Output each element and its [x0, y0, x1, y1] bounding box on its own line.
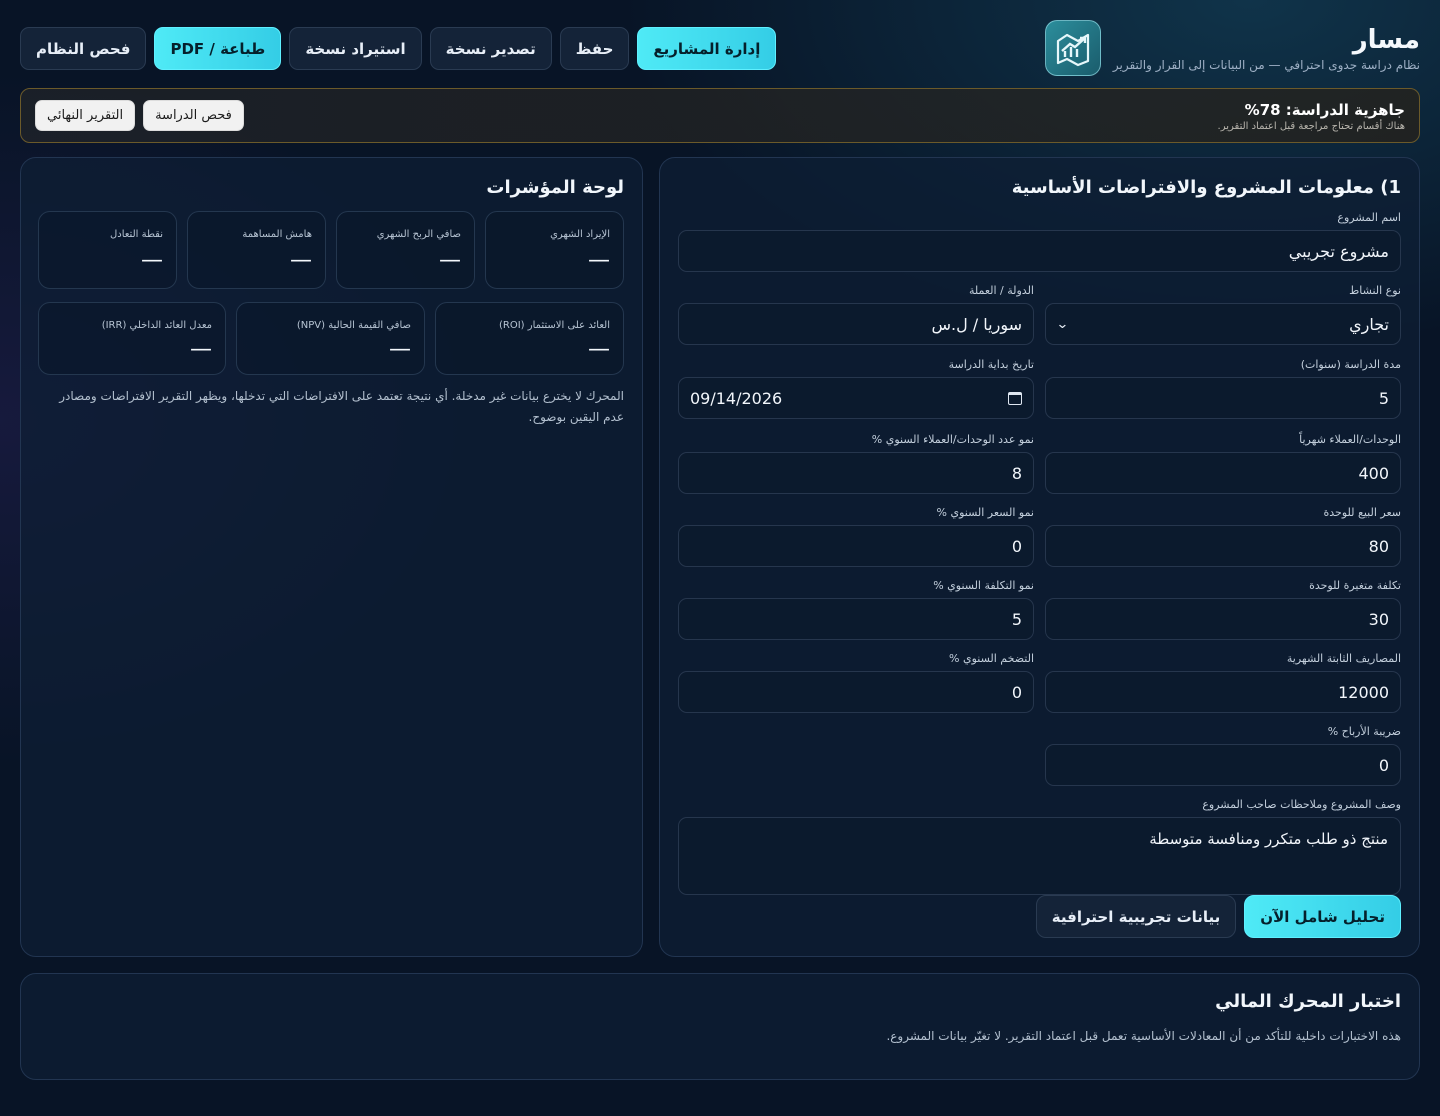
activity-type-value: تجاري [1349, 314, 1389, 334]
fixed-costs-input[interactable]: 12000 [1045, 671, 1401, 713]
study-years-input[interactable]: 5 [1045, 377, 1401, 419]
readiness-banner: جاهزية الدراسة: 78% هناك أقسام تحتاج مرا… [20, 88, 1420, 143]
readiness-text: جاهزية الدراسة: 78% هناك أقسام تحتاج مرا… [1218, 101, 1405, 132]
kpi-monthly-revenue: الإيراد الشهري — [485, 211, 624, 289]
start-date-input[interactable]: 09/14/2026 [678, 377, 1034, 419]
kpi-label: معدل العائد الداخلي (IRR) [101, 320, 212, 331]
kpi-value: — [389, 337, 411, 362]
country-currency-label: الدولة / العملة [968, 284, 1034, 297]
system-check-button[interactable]: فحص النظام [20, 27, 147, 70]
unit-price-label: سعر البيع للوحدة [1323, 506, 1402, 519]
kpi-value: — [190, 337, 212, 362]
import-button[interactable]: استيراد نسخة [289, 27, 422, 70]
kpi-value: — [588, 248, 610, 273]
activity-type-select[interactable]: تجاري ⌄ [1045, 303, 1401, 345]
kpi-label: الإيراد الشهري [550, 229, 610, 240]
analyze-button[interactable]: تحليل شامل الآن [1244, 895, 1401, 938]
readiness-actions: التقرير النهائي فحص الدراسة [35, 100, 244, 131]
variable-cost-label: تكلفة متغيرة للوحدة [1309, 579, 1401, 592]
projects-button[interactable]: إدارة المشاريع [637, 27, 777, 70]
profit-tax-input[interactable]: 0 [1045, 744, 1401, 786]
readiness-note: هناك أقسام تحتاج مراجعة قبل اعتماد التقر… [1217, 121, 1405, 132]
toolbar: إدارة المشاريع حفظ تصدير نسخة استيراد نس… [20, 27, 777, 70]
kpi-roi: العائد على الاستثمار (ROI) — [435, 302, 624, 375]
unit-price-input[interactable]: 80 [1045, 525, 1401, 567]
project-name-label: اسم المشروع [1337, 211, 1401, 224]
kpi-value: — [439, 248, 461, 273]
fixed-costs-label: المصاريف الثابتة الشهرية [1286, 652, 1401, 665]
kpi-label: هامش المساهمة [242, 229, 312, 240]
readiness-title: جاهزية الدراسة: 78% [1244, 101, 1405, 119]
activity-type-label: نوع النشاط [1349, 284, 1401, 297]
study-check-button[interactable]: فحص الدراسة [143, 100, 244, 131]
kpi-monthly-net-profit: صافي الربح الشهري — [336, 211, 475, 289]
kpi-value: — [141, 248, 163, 273]
kpi-value: — [588, 337, 610, 362]
kpi-label: صافي القيمة الحالية (NPV) [296, 320, 411, 331]
print-pdf-button[interactable]: طباعة / PDF [154, 27, 282, 70]
price-growth-input[interactable]: 0 [678, 525, 1034, 567]
rising-chart-icon [1044, 20, 1101, 76]
final-report-button[interactable]: التقرير النهائي [35, 100, 136, 131]
description-label: وصف المشروع وملاحظات صاحب المشروع [1202, 798, 1401, 811]
project-info-panel: 1) معلومات المشروع والافتراضات الأساسية … [659, 157, 1420, 957]
inflation-input[interactable]: 0 [678, 671, 1034, 713]
description-textarea[interactable]: منتج ذو طلب متكرر ومنافسة متوسطة [678, 817, 1401, 895]
country-currency-input[interactable]: سوريا / ل.س [678, 303, 1034, 345]
project-name-input[interactable]: مشروع تجريبي [678, 230, 1401, 272]
app-subtitle: نظام دراسة جدوى احترافي — من البيانات إل… [1112, 57, 1420, 72]
brand: مسار نظام دراسة جدوى احترافي — من البيان… [1044, 20, 1420, 76]
monthly-units-input[interactable]: 400 [1045, 452, 1401, 494]
profit-tax-label: ضريبة الأرباح % [1327, 725, 1401, 738]
units-growth-label: نمو عدد الوحدات/العملاء السنوي % [871, 433, 1034, 446]
engine-test-note: هذه الاختبارات داخلية للتأكد من أن المعا… [886, 1029, 1401, 1043]
kpi-dashboard-panel: لوحة المؤشرات الإيراد الشهري — صافي الرب… [20, 157, 643, 957]
kpi-irr: معدل العائد الداخلي (IRR) — [38, 302, 226, 375]
brand-text: مسار نظام دراسة جدوى احترافي — من البيان… [1113, 25, 1420, 72]
calendar-icon[interactable] [1008, 391, 1022, 405]
app-header: مسار نظام دراسة جدوى احترافي — من البيان… [20, 20, 1420, 76]
start-date-label: تاريخ بداية الدراسة [948, 358, 1034, 371]
engine-disclaimer: المحرك لا يخترع بيانات غير مدخلة. أي نتي… [59, 389, 624, 424]
engine-test-title: اختبار المحرك المالي [1215, 991, 1401, 1012]
kpi-contribution-margin: هامش المساهمة — [187, 211, 326, 289]
cost-growth-input[interactable]: 5 [678, 598, 1034, 640]
kpi-value: — [290, 248, 312, 273]
kpi-label: صافي الربح الشهري [376, 229, 461, 240]
inflation-label: التضخم السنوي % [949, 652, 1034, 665]
start-date-value: 09/14/2026 [690, 388, 783, 408]
units-growth-input[interactable]: 8 [678, 452, 1034, 494]
study-years-label: مدة الدراسة (سنوات) [1300, 358, 1401, 371]
app-title: مسار [1352, 24, 1420, 55]
monthly-units-label: الوحدات/العملاء شهرياً [1299, 433, 1401, 446]
chevron-down-icon: ⌄ [1055, 316, 1069, 332]
dashboard-title: لوحة المؤشرات [486, 177, 624, 198]
form-actions: بيانات تجريبية احترافية تحليل شامل الآن [1035, 895, 1401, 938]
kpi-break-even: نقطة التعادل — [38, 211, 177, 289]
kpi-npv: صافي القيمة الحالية (NPV) — [236, 302, 425, 375]
price-growth-label: نمو السعر السنوي % [936, 506, 1034, 519]
demo-data-button[interactable]: بيانات تجريبية احترافية [1035, 895, 1237, 938]
export-button[interactable]: تصدير نسخة [429, 27, 552, 70]
save-button[interactable]: حفظ [559, 27, 630, 70]
kpi-label: نقطة التعادل [109, 229, 163, 240]
project-info-title: 1) معلومات المشروع والافتراضات الأساسية [1011, 177, 1401, 198]
kpi-label: العائد على الاستثمار (ROI) [498, 320, 610, 331]
variable-cost-input[interactable]: 30 [1045, 598, 1401, 640]
engine-test-panel: اختبار المحرك المالي هذه الاختبارات داخل… [20, 973, 1420, 1080]
cost-growth-label: نمو التكلفة السنوي % [933, 579, 1034, 592]
